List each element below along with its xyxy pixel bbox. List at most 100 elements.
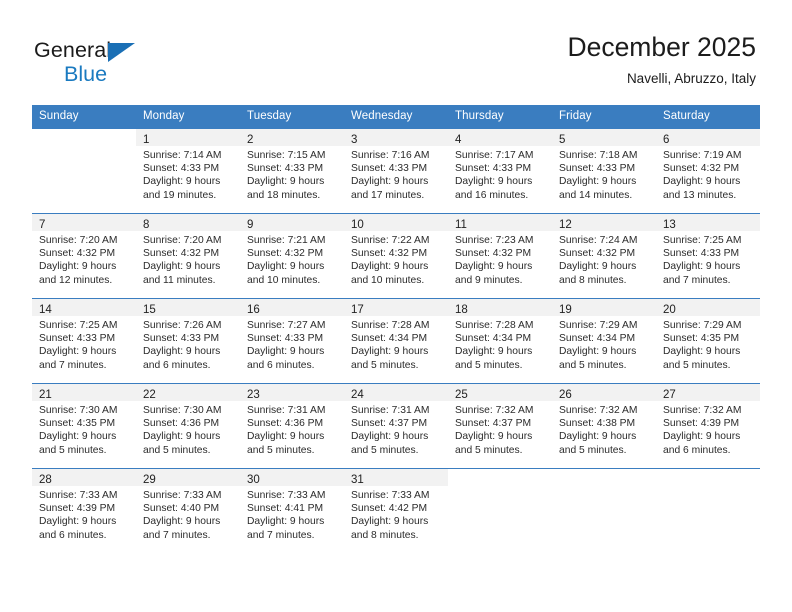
day-detail: Sunrise: 7:33 AM Sunset: 4:39 PM Daylight:… xyxy=(32,486,136,542)
general-blue-logo[interactable]: General Blue xyxy=(34,38,204,90)
day-number: 31 xyxy=(351,474,364,486)
calendar-day-cell[interactable]: 26 Sunrise: 7:32 AM Sunset: 4:38 PM Dayligh… xyxy=(552,383,656,469)
day-detail: Sunrise: 7:21 AM Sunset: 4:32 PM Daylight:… xyxy=(240,231,344,287)
calendar-day-cell[interactable]: 8 Sunrise: 7:20 AM Sunset: 4:32 PM Daylight… xyxy=(136,213,240,299)
day-number-band xyxy=(656,469,760,486)
calendar-day-cell[interactable]: 19 Sunrise: 7:29 AM Sunset: 4:34 PM Dayligh… xyxy=(552,298,656,384)
day-detail: Sunrise: 7:31 AM Sunset: 4:36 PM Daylight:… xyxy=(240,401,344,457)
calendar-day-cell[interactable]: 14 Sunrise: 7:25 AM Sunset: 4:33 PM Dayligh… xyxy=(32,298,136,384)
day-number: 6 xyxy=(663,134,670,146)
calendar-day-cell[interactable]: 23 Sunrise: 7:31 AM Sunset: 4:36 PM Dayligh… xyxy=(240,383,344,469)
page-title: December 2025 xyxy=(567,32,756,62)
day-cell-inner: 12 Sunrise: 7:24 AM Sunset: 4:32 PM Dayligh… xyxy=(552,214,656,298)
calendar-day-cell[interactable]: 25 Sunrise: 7:32 AM Sunset: 4:37 PM Dayligh… xyxy=(448,383,552,469)
calendar-week-row: 21 Sunrise: 7:30 AM Sunset: 4:35 PM Dayligh… xyxy=(32,383,760,469)
calendar-day-cell[interactable]: 31 Sunrise: 7:33 AM Sunset: 4:42 PM Dayligh… xyxy=(344,468,448,553)
day-detail: Sunrise: 7:25 AM Sunset: 4:33 PM Daylight:… xyxy=(656,231,760,287)
day-number: 25 xyxy=(455,389,468,401)
day-cell-inner: 7 Sunrise: 7:20 AM Sunset: 4:32 PM Daylight… xyxy=(32,214,136,298)
calendar-day-cell[interactable]: 1 Sunrise: 7:14 AM Sunset: 4:33 PM Daylight… xyxy=(136,128,240,214)
daylight-text-line1: Daylight: 9 hours xyxy=(455,261,533,273)
calendar-day-cell[interactable]: 3 Sunrise: 7:16 AM Sunset: 4:33 PM Daylight… xyxy=(344,128,448,214)
calendar-day-cell[interactable]: 17 Sunrise: 7:28 AM Sunset: 4:34 PM Dayligh… xyxy=(344,298,448,384)
calendar-day-cell[interactable]: 20 Sunrise: 7:29 AM Sunset: 4:35 PM Dayligh… xyxy=(656,298,760,384)
calendar-day-cell[interactable]: 11 Sunrise: 7:23 AM Sunset: 4:32 PM Dayligh… xyxy=(448,213,552,299)
sunrise-text: Sunrise: 7:32 AM xyxy=(559,405,638,416)
calendar-day-cell[interactable]: 28 Sunrise: 7:33 AM Sunset: 4:39 PM Dayligh… xyxy=(32,468,136,553)
calendar-day-cell[interactable]: 2 Sunrise: 7:15 AM Sunset: 4:33 PM Daylight… xyxy=(240,128,344,214)
day-detail: Sunrise: 7:30 AM Sunset: 4:35 PM Daylight:… xyxy=(32,401,136,457)
day-number-band: 1 xyxy=(136,129,240,146)
daylight-text-line1: Daylight: 9 hours xyxy=(39,261,117,273)
daylight-text-line1: Daylight: 9 hours xyxy=(351,176,429,188)
daylight-text-line1: Daylight: 9 hours xyxy=(663,431,741,443)
daylight-text-line2: and 6 minutes. xyxy=(247,359,315,371)
day-number: 30 xyxy=(247,474,260,486)
day-number-band xyxy=(552,469,656,486)
daylight-text-line1: Daylight: 9 hours xyxy=(247,261,325,273)
daylight-text-line1: Daylight: 9 hours xyxy=(143,176,221,188)
daylight-text-line2: and 14 minutes. xyxy=(559,189,633,201)
calendar-day-cell[interactable]: 10 Sunrise: 7:22 AM Sunset: 4:32 PM Dayligh… xyxy=(344,213,448,299)
calendar-day-cell[interactable]: 30 Sunrise: 7:33 AM Sunset: 4:41 PM Dayligh… xyxy=(240,468,344,553)
sunset-text: Sunset: 4:33 PM xyxy=(39,333,116,345)
day-cell-inner: 3 Sunrise: 7:16 AM Sunset: 4:33 PM Daylight… xyxy=(344,129,448,213)
daylight-text-line1: Daylight: 9 hours xyxy=(143,431,221,443)
sunrise-text: Sunrise: 7:30 AM xyxy=(39,405,118,416)
sunset-text: Sunset: 4:33 PM xyxy=(143,163,220,175)
calendar-day-cell[interactable]: 24 Sunrise: 7:31 AM Sunset: 4:37 PM Dayligh… xyxy=(344,383,448,469)
day-cell-inner: 2 Sunrise: 7:15 AM Sunset: 4:33 PM Daylight… xyxy=(240,129,344,213)
day-detail: Sunrise: 7:33 AM Sunset: 4:40 PM Daylight:… xyxy=(136,486,240,542)
day-number: 4 xyxy=(455,134,462,146)
day-number: 23 xyxy=(247,389,260,401)
daylight-text-line2: and 5 minutes. xyxy=(559,359,627,371)
day-cell-inner: 23 Sunrise: 7:31 AM Sunset: 4:36 PM Dayligh… xyxy=(240,384,344,468)
calendar-day-cell[interactable]: 27 Sunrise: 7:32 AM Sunset: 4:39 PM Dayligh… xyxy=(656,383,760,469)
day-number-band: 19 xyxy=(552,299,656,316)
calendar-day-cell[interactable]: 7 Sunrise: 7:20 AM Sunset: 4:32 PM Daylight… xyxy=(32,213,136,299)
day-number-band xyxy=(448,469,552,486)
day-number: 26 xyxy=(559,389,572,401)
day-detail: Sunrise: 7:33 AM Sunset: 4:41 PM Daylight:… xyxy=(240,486,344,542)
daylight-text-line1: Daylight: 9 hours xyxy=(559,346,637,358)
day-cell-inner: 20 Sunrise: 7:29 AM Sunset: 4:35 PM Dayligh… xyxy=(656,299,760,383)
calendar-day-cell[interactable]: 18 Sunrise: 7:28 AM Sunset: 4:34 PM Dayligh… xyxy=(448,298,552,384)
day-number: 7 xyxy=(39,219,46,231)
sunset-text: Sunset: 4:37 PM xyxy=(455,418,532,430)
day-cell-inner: 22 Sunrise: 7:30 AM Sunset: 4:36 PM Dayligh… xyxy=(136,384,240,468)
sunrise-text: Sunrise: 7:21 AM xyxy=(247,235,326,246)
day-number-band: 28 xyxy=(32,469,136,486)
sunset-text: Sunset: 4:39 PM xyxy=(663,418,740,430)
daylight-text-line1: Daylight: 9 hours xyxy=(39,516,117,528)
day-number: 10 xyxy=(351,219,364,231)
day-number: 12 xyxy=(559,219,572,231)
sunset-text: Sunset: 4:42 PM xyxy=(351,503,428,515)
sunrise-text: Sunrise: 7:29 AM xyxy=(663,320,742,331)
daylight-text-line2: and 12 minutes. xyxy=(39,274,113,286)
sunset-text: Sunset: 4:39 PM xyxy=(39,503,116,515)
calendar-day-cell[interactable]: 13 Sunrise: 7:25 AM Sunset: 4:33 PM Dayligh… xyxy=(656,213,760,299)
calendar-day-cell[interactable]: 21 Sunrise: 7:30 AM Sunset: 4:35 PM Dayligh… xyxy=(32,383,136,469)
sunset-text: Sunset: 4:35 PM xyxy=(39,418,116,430)
sunset-text: Sunset: 4:33 PM xyxy=(351,163,428,175)
day-number-band: 2 xyxy=(240,129,344,146)
calendar-day-cell[interactable]: 12 Sunrise: 7:24 AM Sunset: 4:32 PM Dayligh… xyxy=(552,213,656,299)
calendar-day-cell[interactable]: 22 Sunrise: 7:30 AM Sunset: 4:36 PM Dayligh… xyxy=(136,383,240,469)
calendar-day-cell[interactable]: 6 Sunrise: 7:19 AM Sunset: 4:32 PM Daylight… xyxy=(656,128,760,214)
calendar-day-cell[interactable]: 15 Sunrise: 7:26 AM Sunset: 4:33 PM Dayligh… xyxy=(136,298,240,384)
day-number-band: 29 xyxy=(136,469,240,486)
calendar-day-cell[interactable]: 9 Sunrise: 7:21 AM Sunset: 4:32 PM Daylight… xyxy=(240,213,344,299)
day-number: 24 xyxy=(351,389,364,401)
calendar-day-cell[interactable]: 16 Sunrise: 7:27 AM Sunset: 4:33 PM Dayligh… xyxy=(240,298,344,384)
day-detail: Sunrise: 7:19 AM Sunset: 4:32 PM Daylight:… xyxy=(656,146,760,202)
page-subtitle: Navelli, Abruzzo, Italy xyxy=(626,71,756,87)
logo-text-general: General xyxy=(34,38,112,62)
day-number-band: 22 xyxy=(136,384,240,401)
daylight-text-line2: and 5 minutes. xyxy=(559,444,627,456)
day-detail: Sunrise: 7:20 AM Sunset: 4:32 PM Daylight:… xyxy=(136,231,240,287)
sunset-text: Sunset: 4:32 PM xyxy=(559,248,636,260)
calendar-day-cell[interactable]: 5 Sunrise: 7:18 AM Sunset: 4:33 PM Daylight… xyxy=(552,128,656,214)
calendar-day-cell[interactable]: 29 Sunrise: 7:33 AM Sunset: 4:40 PM Dayligh… xyxy=(136,468,240,553)
day-cell-inner: 10 Sunrise: 7:22 AM Sunset: 4:32 PM Dayligh… xyxy=(344,214,448,298)
calendar-day-cell[interactable]: 4 Sunrise: 7:17 AM Sunset: 4:33 PM Daylight… xyxy=(448,128,552,214)
